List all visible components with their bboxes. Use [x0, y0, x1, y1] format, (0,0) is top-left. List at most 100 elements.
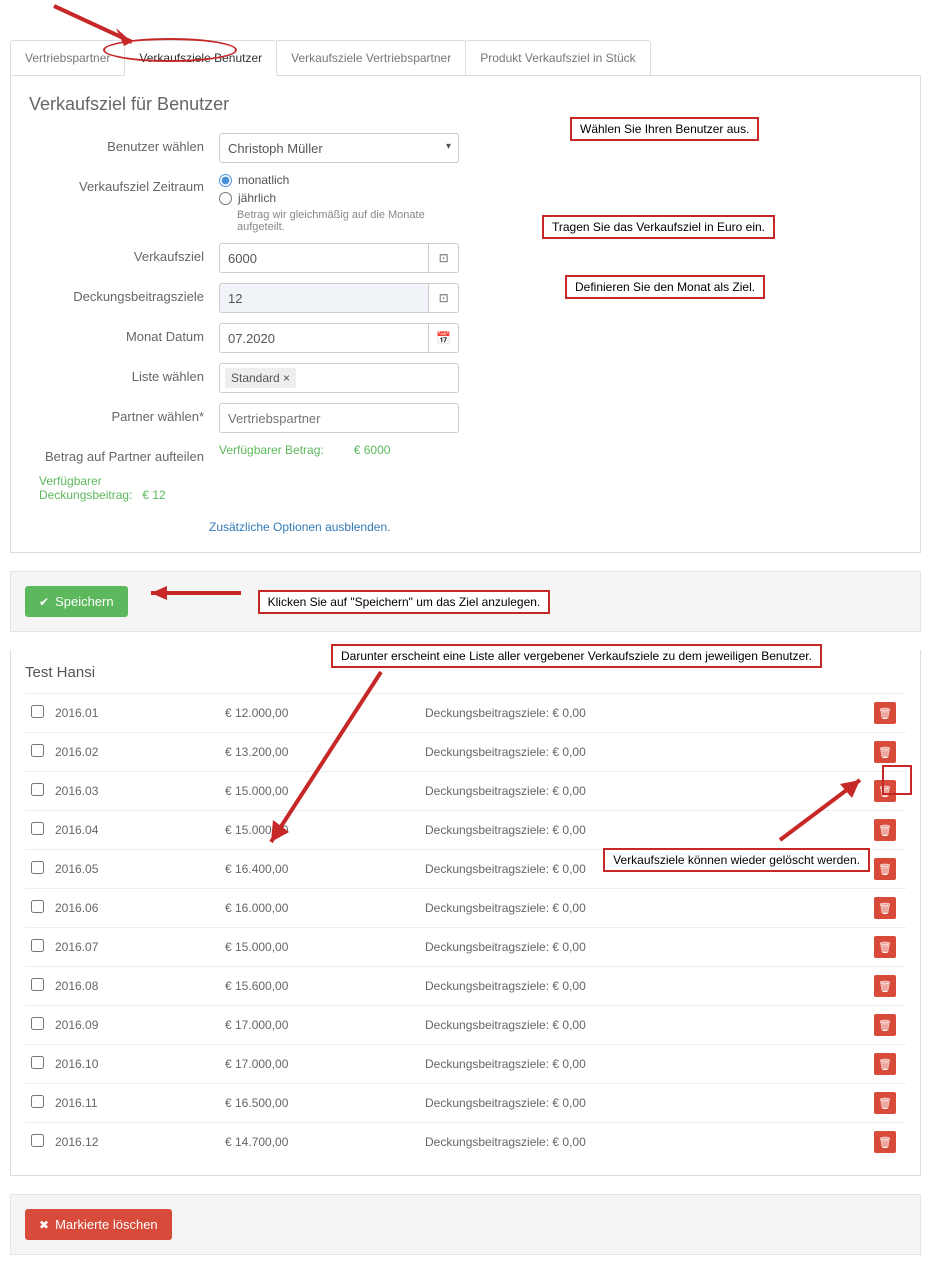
user-select[interactable]: Christoph Müller — [219, 133, 459, 163]
row-date: 2016.08 — [55, 979, 225, 993]
radio-monthly[interactable] — [219, 174, 232, 187]
row-checkbox[interactable] — [31, 1095, 44, 1108]
currency-icon[interactable]: ⊡ — [429, 283, 459, 313]
trash-icon[interactable]: 🗑 — [874, 702, 896, 724]
panel-title: Verkaufsziel für Benutzer — [29, 94, 902, 115]
row-amount: € 16.500,00 — [225, 1096, 425, 1110]
row-margin: Deckungsbeitragsziele: € 0,00 — [425, 784, 870, 798]
row-amount: € 15.000,00 — [225, 784, 425, 798]
row-date: 2016.05 — [55, 862, 225, 876]
trash-icon[interactable]: 🗑 — [874, 936, 896, 958]
row-amount: € 15.000,00 — [225, 940, 425, 954]
row-checkbox[interactable] — [31, 783, 44, 796]
trash-icon[interactable]: 🗑 — [874, 1053, 896, 1075]
row-checkbox[interactable] — [31, 939, 44, 952]
row-date: 2016.10 — [55, 1057, 225, 1071]
partner-input[interactable] — [219, 403, 459, 433]
row-margin: Deckungsbeitragsziele: € 0,00 — [425, 1135, 870, 1149]
label-period: Verkaufsziel Zeitraum — [29, 173, 219, 194]
annotation-delete: Verkaufsziele können wieder gelöscht wer… — [603, 848, 870, 872]
row-checkbox[interactable] — [31, 744, 44, 757]
trash-icon[interactable]: 🗑 — [874, 741, 896, 763]
tab-vertriebspartner[interactable]: Vertriebspartner — [10, 40, 125, 75]
target-input[interactable] — [219, 243, 429, 273]
row-margin: Deckungsbeitragsziele: € 0,00 — [425, 745, 870, 759]
radio-yearly-label: jährlich — [238, 191, 276, 205]
row-checkbox[interactable] — [31, 900, 44, 913]
row-margin: Deckungsbeitragsziele: € 0,00 — [425, 1096, 870, 1110]
table-row: 2016.08€ 15.600,00Deckungsbeitragsziele:… — [25, 966, 906, 1005]
row-amount: € 15.600,00 — [225, 979, 425, 993]
delete-marked-button[interactable]: ✖ Markierte löschen — [25, 1209, 172, 1240]
save-label: Speichern — [55, 594, 114, 609]
row-checkbox[interactable] — [31, 822, 44, 835]
trash-icon[interactable]: 🗑 — [874, 1131, 896, 1153]
row-checkbox[interactable] — [31, 1134, 44, 1147]
trash-icon[interactable]: 🗑 — [874, 1092, 896, 1114]
table-row: 2016.09€ 17.000,00Deckungsbeitragsziele:… — [25, 1005, 906, 1044]
row-margin: Deckungsbeitragsziele: € 0,00 — [425, 706, 870, 720]
trash-icon[interactable]: 🗑 — [874, 1014, 896, 1036]
trash-icon[interactable]: 🗑 — [874, 858, 896, 880]
check-icon: ✔ — [39, 595, 49, 609]
row-date: 2016.04 — [55, 823, 225, 837]
trash-icon[interactable]: 🗑 — [874, 819, 896, 841]
row-date: 2016.03 — [55, 784, 225, 798]
list-tag-standard[interactable]: Standard × — [225, 368, 296, 388]
radio-monthly-label: monatlich — [238, 173, 289, 187]
row-checkbox[interactable] — [31, 705, 44, 718]
row-checkbox[interactable] — [31, 978, 44, 991]
row-amount: € 16.400,00 — [225, 862, 425, 876]
row-amount: € 17.000,00 — [225, 1057, 425, 1071]
row-amount: € 15.000,00 — [225, 823, 425, 837]
label-month: Monat Datum — [29, 323, 219, 344]
currency-icon[interactable]: ⊡ — [429, 243, 459, 273]
row-date: 2016.11 — [55, 1096, 225, 1110]
tab-verkaufsziele-benutzer[interactable]: Verkaufsziele Benutzer — [124, 40, 277, 76]
label-target: Verkaufsziel — [29, 243, 219, 264]
annotation-month: Definieren Sie den Monat als Ziel. — [565, 275, 765, 299]
label-user: Benutzer wählen — [29, 133, 219, 154]
row-margin: Deckungsbeitragsziele: € 0,00 — [425, 1057, 870, 1071]
table-row: 2016.01€ 12.000,00Deckungsbeitragsziele:… — [25, 693, 906, 732]
row-amount: € 17.000,00 — [225, 1018, 425, 1032]
trash-icon[interactable]: 🗑 — [874, 975, 896, 997]
tab-verkaufsziele-vertriebspartner[interactable]: Verkaufsziele Vertriebspartner — [276, 40, 466, 75]
label-margin: Deckungsbeitragsziele — [29, 283, 219, 304]
label-split: Betrag auf Partner aufteilen — [29, 443, 219, 464]
tab-produkt-verkaufsziel[interactable]: Produkt Verkaufsziel in Stück — [465, 40, 650, 75]
hide-options-link[interactable]: Zusätzliche Optionen ausblenden. — [209, 520, 902, 534]
list-select[interactable]: Standard × — [219, 363, 459, 393]
row-margin: Deckungsbeitragsziele: € 0,00 — [425, 901, 870, 915]
table-row: 2016.04€ 15.000,00Deckungsbeitragsziele:… — [25, 810, 906, 849]
calendar-icon[interactable]: 📅 — [429, 323, 459, 353]
avail-amount-value: € 6000 — [354, 443, 391, 457]
label-partner: Partner wählen* — [29, 403, 219, 424]
radio-yearly[interactable] — [219, 192, 232, 205]
avail-margin-value: € 12 — [142, 488, 165, 502]
trash-icon[interactable]: 🗑 — [874, 897, 896, 919]
trash-icon[interactable]: 🗑 — [874, 780, 896, 802]
row-date: 2016.07 — [55, 940, 225, 954]
row-checkbox[interactable] — [31, 861, 44, 874]
margin-input[interactable] — [219, 283, 429, 313]
row-margin: Deckungsbeitragsziele: € 0,00 — [425, 940, 870, 954]
annotation-user: Wählen Sie Ihren Benutzer aus. — [570, 117, 759, 141]
table-row: 2016.02€ 13.200,00Deckungsbeitragsziele:… — [25, 732, 906, 771]
row-margin: Deckungsbeitragsziele: € 0,00 — [425, 823, 870, 837]
row-amount: € 16.000,00 — [225, 901, 425, 915]
close-icon: ✖ — [39, 1218, 49, 1232]
month-input[interactable] — [219, 323, 429, 353]
yearly-hint: Betrag wir gleichmäßig auf die Monate au… — [237, 209, 459, 233]
table-row: 2016.10€ 17.000,00Deckungsbeitragsziele:… — [25, 1044, 906, 1083]
annotation-list: Darunter erscheint eine Liste aller verg… — [331, 644, 822, 668]
row-date: 2016.02 — [55, 745, 225, 759]
save-button[interactable]: ✔ Speichern — [25, 586, 128, 617]
annotation-target: Tragen Sie das Verkaufsziel in Euro ein. — [542, 215, 775, 239]
row-date: 2016.06 — [55, 901, 225, 915]
row-amount: € 14.700,00 — [225, 1135, 425, 1149]
row-date: 2016.09 — [55, 1018, 225, 1032]
avail-margin-label: Verfügbarer Deckungsbeitrag: — [39, 474, 139, 502]
table-row: 2016.11€ 16.500,00Deckungsbeitragsziele:… — [25, 1083, 906, 1122]
row-checkbox[interactable] — [31, 1056, 44, 1069]
